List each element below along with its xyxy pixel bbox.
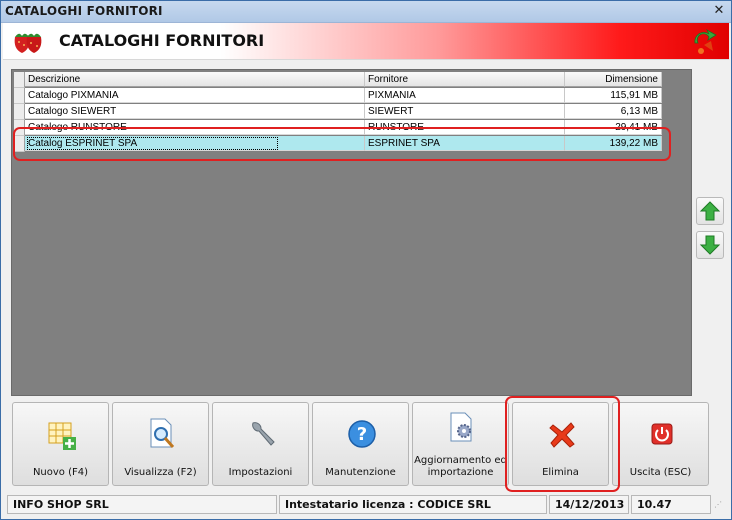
settings-document-icon xyxy=(450,412,472,442)
catalog-grid[interactable]: Descrizione Fornitore Dimensione Catalog… xyxy=(11,69,692,396)
column-header-fornitore[interactable]: Fornitore xyxy=(365,72,565,87)
cell-dimensione: 115,91 MB xyxy=(565,88,662,103)
uscita-label: Uscita (ESC) xyxy=(629,467,692,478)
status-license: Intestatario licenza : CODICE SRL xyxy=(279,495,547,514)
main-window: CATALOGHI FORNITORI ✕ CATALOGHI FORNITOR… xyxy=(0,0,732,520)
cell-descrizione: Catalogo SIEWERT xyxy=(25,104,365,119)
move-down-button[interactable] xyxy=(696,231,724,259)
resize-grip-icon[interactable]: ⋰ xyxy=(714,500,724,510)
column-header-dimensione[interactable]: Dimensione xyxy=(565,72,662,87)
arrow-up-icon xyxy=(699,201,721,221)
column-header-descrizione[interactable]: Descrizione xyxy=(25,72,365,87)
wrench-icon xyxy=(252,422,275,446)
aggiornamento-label-line2: importazione xyxy=(427,467,494,478)
cell-fornitore: PIXMANIA xyxy=(365,88,565,103)
close-icon[interactable]: ✕ xyxy=(711,3,727,19)
page-title: CATALOGHI FORNITORI xyxy=(59,31,265,50)
aggiornamento-label-line1: Aggiornamento ed xyxy=(414,455,507,466)
status-company: INFO SHOP SRL xyxy=(7,495,277,514)
table-header-row: Descrizione Fornitore Dimensione xyxy=(14,72,662,88)
visualizza-button[interactable]: Visualizza (F2) xyxy=(112,402,209,486)
uscita-button[interactable]: Uscita (ESC) xyxy=(612,402,709,486)
impostazioni-label: Impostazioni xyxy=(228,467,293,478)
page-header: CATALOGHI FORNITORI xyxy=(3,23,729,60)
status-time: 10.47 xyxy=(631,495,711,514)
row-indicator xyxy=(14,88,25,104)
cell-descrizione: Catalogo PIXMANIA xyxy=(25,88,365,103)
impostazioni-button[interactable]: Impostazioni xyxy=(212,402,309,486)
view-document-icon xyxy=(150,418,175,448)
cell-fornitore: SIEWERT xyxy=(365,104,565,119)
window-title: CATALOGHI FORNITORI xyxy=(5,4,163,18)
row-indicator xyxy=(14,104,25,120)
table-row[interactable]: Catalogo PIXMANIA PIXMANIA 115,91 MB xyxy=(14,88,662,104)
table-row[interactable]: Catalogo SIEWERT SIEWERT 6,13 MB xyxy=(14,104,662,120)
svg-text:?: ? xyxy=(357,424,367,445)
power-icon xyxy=(651,423,673,445)
highlight-selected-row xyxy=(13,127,671,161)
row-indicator xyxy=(14,72,25,88)
aggiornamento-label: Aggiornamento ed importazione xyxy=(413,455,508,479)
visualizza-label: Visualizza (F2) xyxy=(124,467,197,478)
strawberry-logo-icon xyxy=(14,33,42,53)
cell-dimensione: 6,13 MB xyxy=(565,104,662,119)
title-bar[interactable]: CATALOGHI FORNITORI ✕ xyxy=(1,1,731,23)
nuovo-button[interactable]: Nuovo (F4) xyxy=(12,402,109,486)
manutenzione-button[interactable]: ? Manutenzione xyxy=(312,402,409,486)
aggiornamento-button[interactable]: Aggiornamento ed importazione xyxy=(412,402,509,486)
nuovo-label: Nuovo (F4) xyxy=(32,467,89,478)
status-bar: INFO SHOP SRL Intestatario licenza : COD… xyxy=(3,494,729,516)
help-icon: ? xyxy=(348,420,376,448)
highlight-elimina xyxy=(505,396,620,492)
arrow-down-icon xyxy=(699,235,721,255)
move-up-button[interactable] xyxy=(696,197,724,225)
refresh-icon[interactable] xyxy=(689,25,719,57)
manutenzione-label: Manutenzione xyxy=(325,467,396,478)
new-grid-icon xyxy=(48,422,76,450)
status-date: 14/12/2013 xyxy=(549,495,629,514)
